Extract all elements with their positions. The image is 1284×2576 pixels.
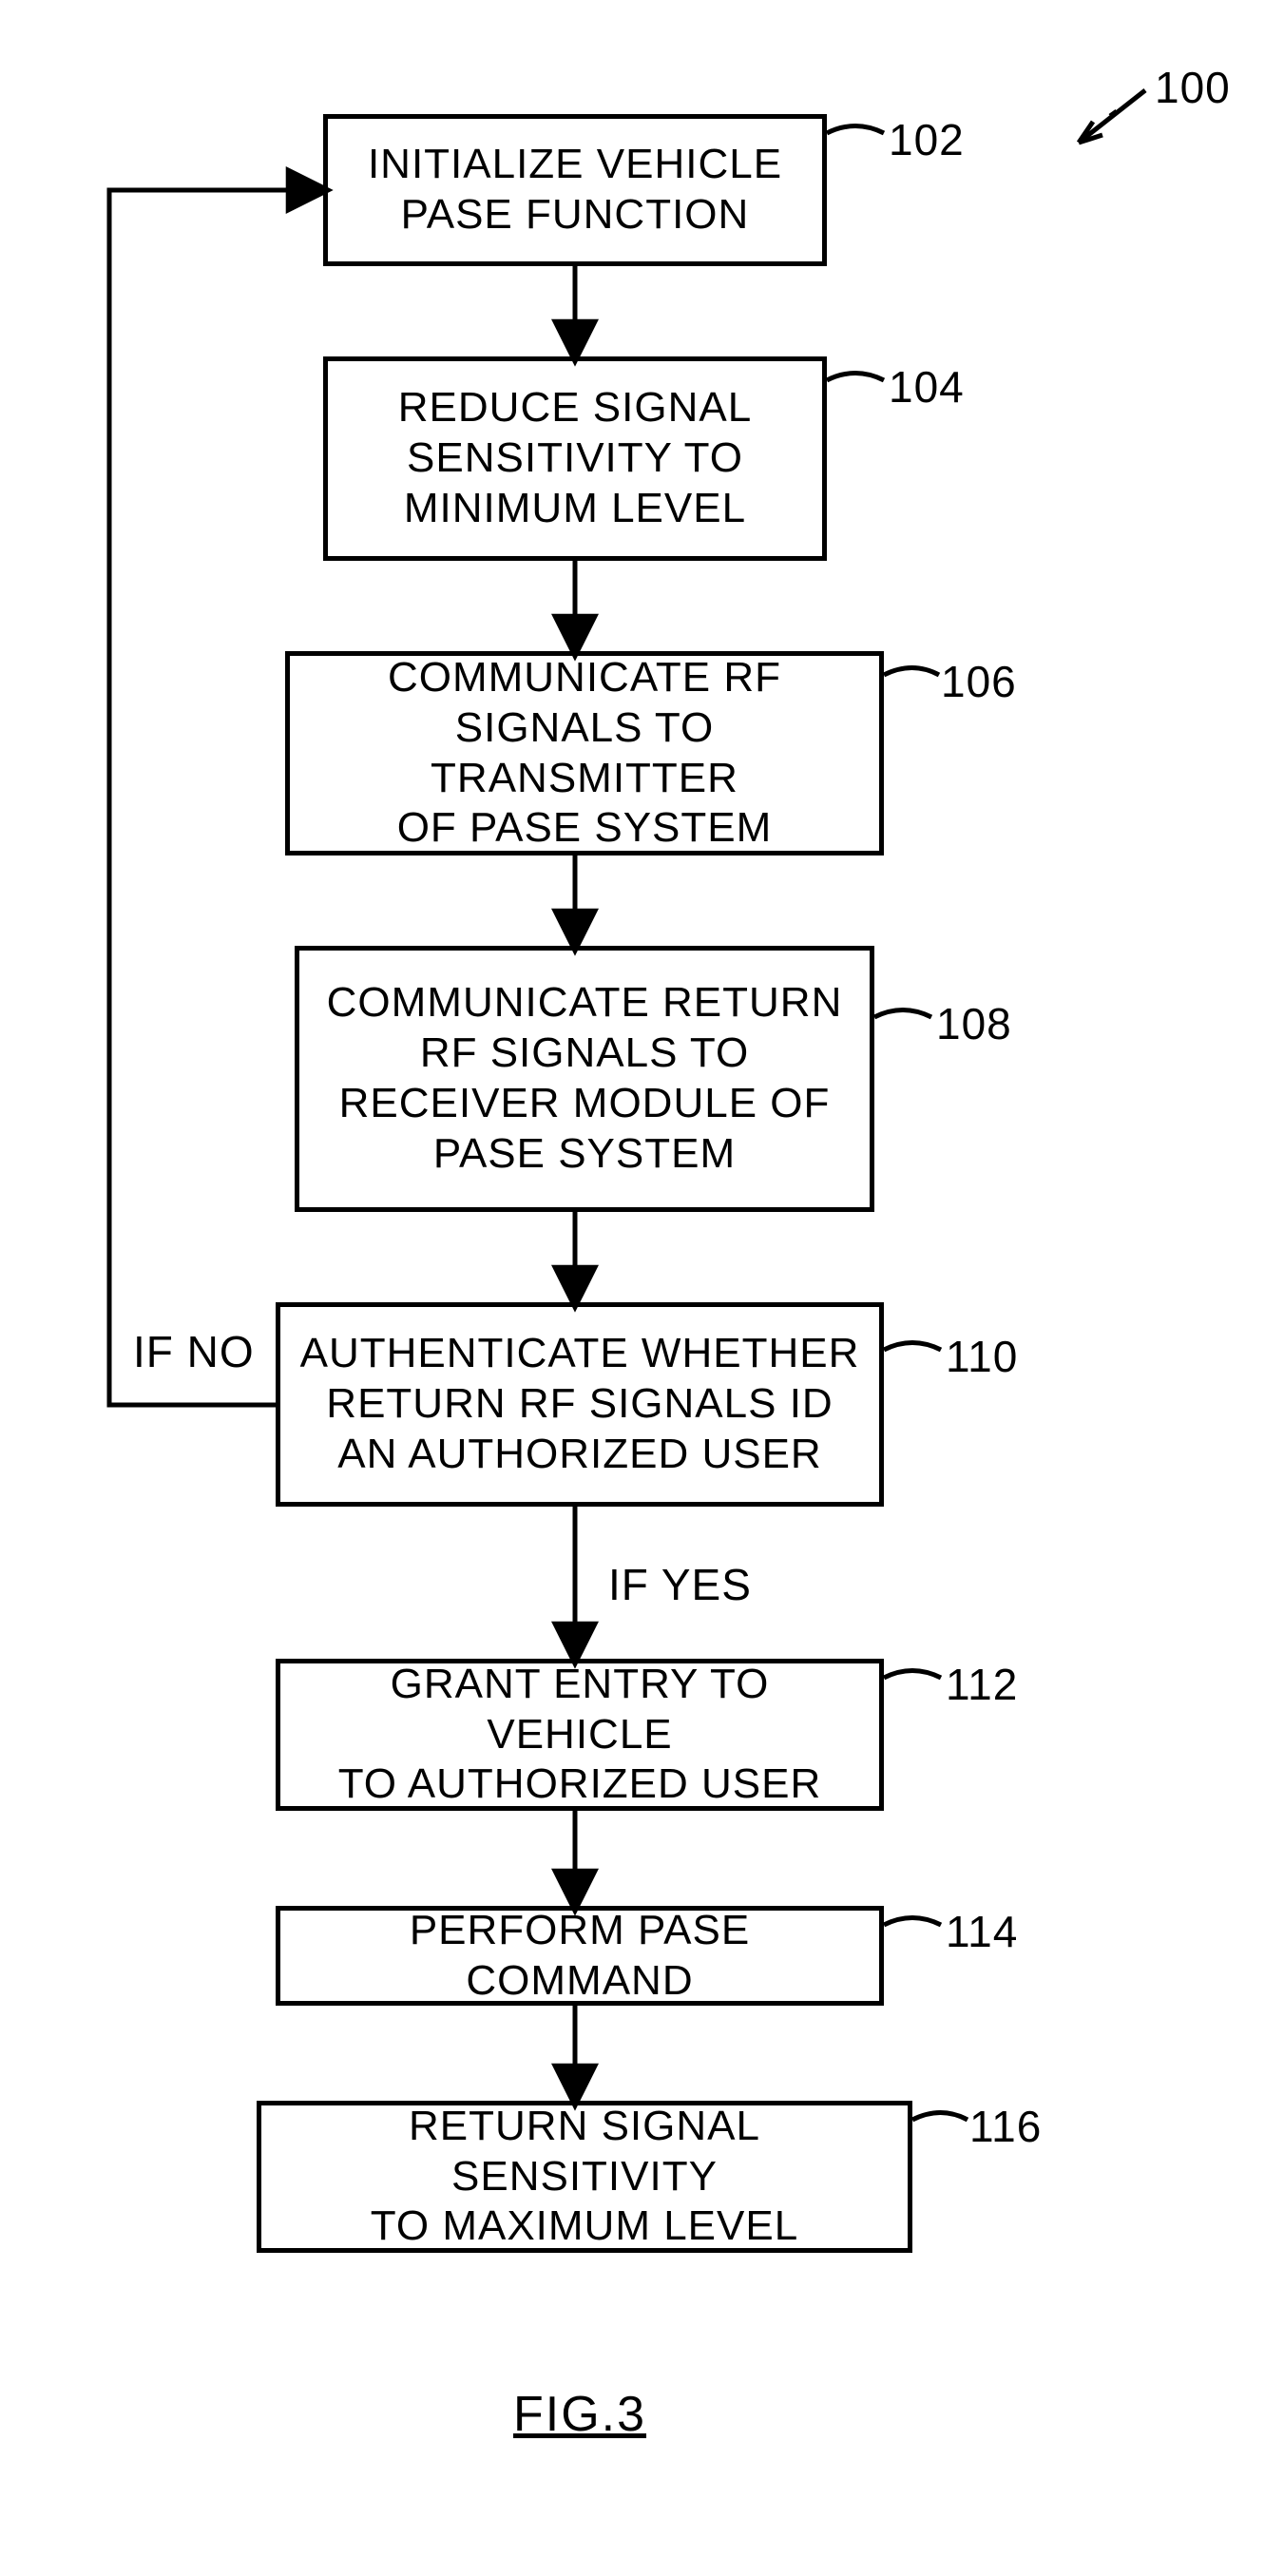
ref-110: 110 — [946, 1331, 1018, 1382]
flow-step-116: RETURN SIGNAL SENSITIVITYTO MAXIMUM LEVE… — [257, 2101, 912, 2253]
flow-step-106: COMMUNICATE RFSIGNALS TO TRANSMITTEROF P… — [285, 651, 884, 855]
leader-116 — [912, 2113, 968, 2121]
flow-step-112: GRANT ENTRY TO VEHICLETO AUTHORIZED USER — [276, 1659, 884, 1811]
flow-step-102: INITIALIZE VEHICLEPASE FUNCTION — [323, 114, 827, 266]
flow-step-108-text: COMMUNICATE RETURNRF SIGNALS TORECEIVER … — [327, 978, 843, 1179]
ref-116: 116 — [969, 2101, 1042, 2152]
flow-step-114-text: PERFORM PASE COMMAND — [297, 1906, 862, 2007]
leader-106 — [884, 668, 939, 676]
ref-100: 100 — [1155, 62, 1231, 113]
branch-yes-label: IF YES — [608, 1559, 752, 1610]
leader-102 — [827, 126, 884, 134]
flow-step-114: PERFORM PASE COMMAND — [276, 1906, 884, 2006]
leader-104 — [827, 374, 884, 381]
flow-step-110-text: AUTHENTICATE WHETHERRETURN RF SIGNALS ID… — [300, 1329, 860, 1479]
flow-step-116-text: RETURN SIGNAL SENSITIVITYTO MAXIMUM LEVE… — [278, 2102, 891, 2252]
ref-114: 114 — [946, 1906, 1018, 1957]
leader-110 — [884, 1343, 941, 1351]
ref-104: 104 — [889, 361, 965, 413]
flow-step-112-text: GRANT ENTRY TO VEHICLETO AUTHORIZED USER — [297, 1660, 862, 1810]
flow-step-108: COMMUNICATE RETURNRF SIGNALS TORECEIVER … — [295, 946, 874, 1212]
flow-step-110: AUTHENTICATE WHETHERRETURN RF SIGNALS ID… — [276, 1302, 884, 1507]
ref-106: 106 — [941, 656, 1017, 707]
leader-100-icon — [1079, 90, 1145, 143]
leader-114 — [884, 1918, 941, 1926]
ref-102: 102 — [889, 114, 965, 165]
ref-112: 112 — [946, 1659, 1018, 1710]
ref-108: 108 — [936, 998, 1012, 1049]
leader-108 — [874, 1010, 931, 1018]
flow-step-102-text: INITIALIZE VEHICLEPASE FUNCTION — [368, 140, 782, 240]
leader-112 — [884, 1671, 941, 1679]
branch-no-label: IF NO — [133, 1326, 255, 1377]
flow-step-104: REDUCE SIGNALSENSITIVITY TOMINIMUM LEVEL — [323, 356, 827, 561]
flow-step-104-text: REDUCE SIGNALSENSITIVITY TOMINIMUM LEVEL — [398, 383, 752, 533]
figure-label: FIG.3 — [513, 2386, 646, 2443]
flow-step-106-text: COMMUNICATE RFSIGNALS TO TRANSMITTEROF P… — [307, 653, 862, 854]
